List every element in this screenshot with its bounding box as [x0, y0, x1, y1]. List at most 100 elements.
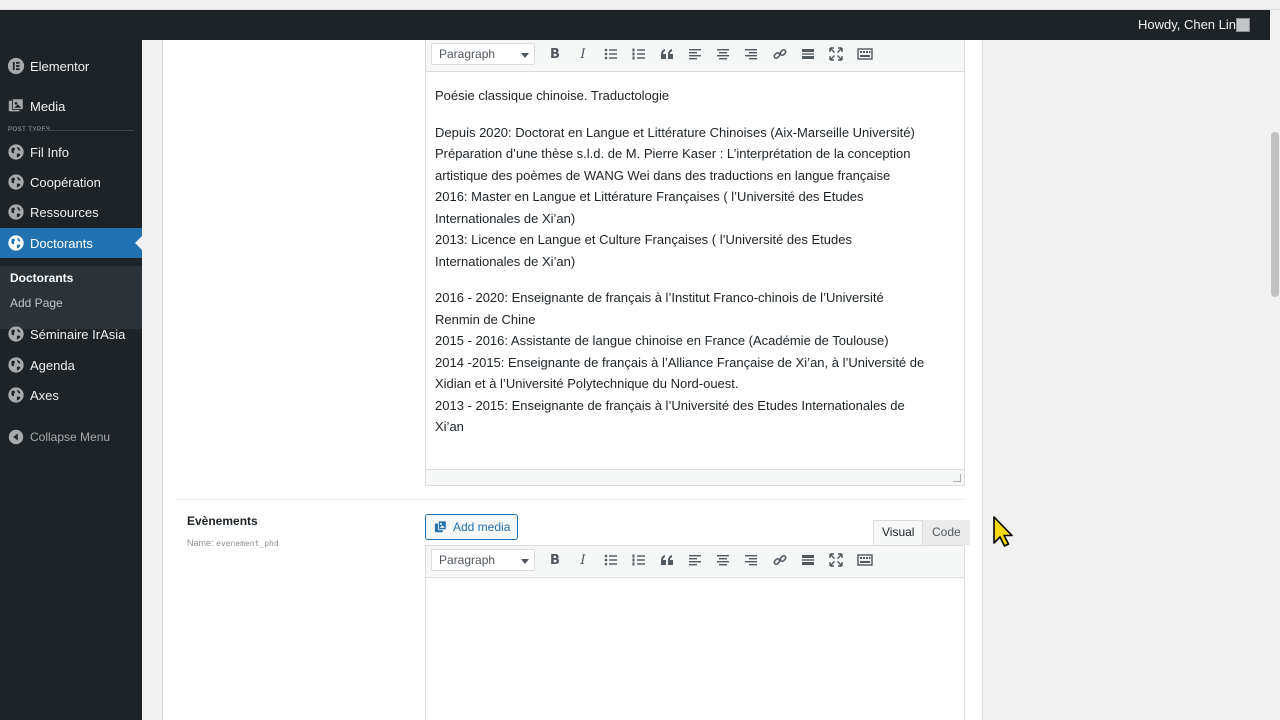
text-line: 2013 - 2015: Enseignante de français à l… — [435, 397, 905, 413]
link-icon[interactable] — [769, 43, 791, 65]
text-line: Internationales de Xi’an) — [435, 253, 576, 269]
text-line: Préparation d’une thèse s.l.d. de M. Pie… — [435, 146, 911, 161]
wysiwyg-editor-bio: Paragraph B I Poésie classique chinoise.… — [425, 40, 965, 486]
browser-top-strip — [0, 0, 1280, 10]
collapse-menu-button[interactable]: Collapse Menu — [0, 422, 142, 452]
mouse-cursor-icon — [993, 516, 1013, 547]
read-more-icon[interactable] — [797, 549, 819, 571]
link-icon[interactable] — [769, 549, 791, 571]
sidebar-item-cooperation[interactable]: Coopération — [0, 167, 142, 197]
blockquote-icon[interactable] — [656, 43, 678, 65]
paragraph: 2016 - 2020: Enseignante de français à l… — [435, 287, 955, 438]
field-name-prefix: Name: — [187, 538, 214, 548]
add-media-label: Add media — [453, 520, 511, 534]
field-name-value: evenement_phd — [216, 539, 279, 548]
sidebar-item-media[interactable]: Media — [0, 91, 142, 121]
format-select[interactable]: Paragraph — [431, 43, 535, 65]
align-left-icon[interactable] — [684, 43, 706, 65]
fullscreen-icon[interactable] — [825, 43, 847, 65]
format-select-value: Paragraph — [439, 47, 496, 61]
sidebar-item-fil-info[interactable]: Fil Info — [0, 137, 142, 167]
read-more-icon[interactable] — [797, 43, 819, 65]
tab-code[interactable]: Code — [923, 520, 970, 545]
editor-status-bar — [426, 469, 964, 485]
sidebar-item-label: Axes — [30, 387, 59, 403]
sidebar-item-agenda[interactable]: Agenda — [0, 350, 142, 380]
sidebar-item-label: Agenda — [30, 357, 75, 373]
text-line: Poésie classique chinoise. Traductologie — [435, 88, 670, 103]
sidebar-item-label: Ressources — [30, 204, 99, 220]
italic-icon[interactable]: I — [572, 549, 594, 571]
numbered-list-icon[interactable] — [628, 43, 650, 65]
text-line: 2014 -2015: Enseignante de français à l’… — [435, 354, 925, 370]
align-left-icon[interactable] — [684, 549, 706, 571]
tab-visual[interactable]: Visual — [873, 520, 924, 545]
page-scrollbar[interactable] — [1270, 10, 1280, 720]
fullscreen-icon[interactable] — [825, 549, 847, 571]
paragraph: Depuis 2020: Doctorat en Langue et Litté… — [435, 122, 955, 273]
sidebar-item-doctorants[interactable]: Doctorants — [0, 228, 142, 258]
toolbar-toggle-icon[interactable] — [854, 43, 876, 65]
field-label-evenements: Evènements — [187, 514, 258, 528]
align-right-icon[interactable] — [740, 549, 762, 571]
media-icon — [0, 97, 30, 115]
add-media-button[interactable]: Add media — [425, 514, 518, 540]
scrollbar-thumb[interactable] — [1271, 132, 1279, 297]
admin-sidebar: Elementor Media POST TYPES Fil Info Coop… — [0, 40, 142, 720]
resize-handle-icon[interactable] — [953, 474, 961, 482]
toolbar-toggle-icon[interactable] — [854, 549, 876, 571]
italic-icon[interactable]: I — [572, 43, 594, 65]
editor-toolbar: Paragraph B I — [426, 546, 964, 578]
chevron-down-icon — [521, 559, 529, 564]
avatar[interactable] — [1236, 18, 1250, 32]
align-right-icon[interactable] — [740, 43, 762, 65]
submenu-item-doctorants[interactable]: Doctorants — [10, 271, 73, 285]
format-select[interactable]: Paragraph — [431, 549, 535, 571]
text-line: Renmin de Chine — [435, 311, 536, 327]
bold-icon[interactable]: B — [544, 43, 566, 65]
sidebar-item-ressources[interactable]: Ressources — [0, 197, 142, 227]
field-name-hint: Name: evenement_phd — [187, 538, 279, 548]
text-line: 2015 - 2016: Assistante de langue chinoi… — [435, 333, 889, 348]
bullet-list-icon[interactable] — [600, 549, 622, 571]
sidebar-item-label: Elementor — [30, 58, 90, 74]
blockquote-icon[interactable] — [656, 549, 678, 571]
sidebar-item-label: Media — [30, 98, 66, 114]
sidebar-item-label: Doctorants — [30, 235, 93, 251]
text-line: 2013: Licence en Langue et Culture Franç… — [435, 232, 852, 247]
wysiwyg-editor-evenements: Paragraph B I — [425, 545, 965, 720]
field-divider — [175, 499, 965, 500]
globe-icon — [0, 234, 30, 252]
text-line: 2016: Master en Langue et Littérature Fr… — [435, 189, 864, 204]
globe-icon — [0, 173, 30, 191]
text-line: Internationales de Xi’an) — [435, 210, 576, 226]
globe-icon — [0, 203, 30, 221]
format-select-value: Paragraph — [439, 553, 496, 567]
bold-icon[interactable]: B — [544, 549, 566, 571]
submenu-item-add-page[interactable]: Add Page — [10, 296, 63, 310]
admin-bar: Howdy, Chen Lin — [0, 10, 1270, 40]
sidebar-item-axes[interactable]: Axes — [0, 380, 142, 410]
text-line: Depuis 2020: Doctorat en Langue et Litté… — [435, 124, 915, 140]
editor-content-area[interactable] — [426, 578, 964, 718]
sidebar-item-elementor[interactable]: Elementor — [0, 51, 142, 81]
bullet-list-icon[interactable] — [600, 43, 622, 65]
globe-icon — [0, 386, 30, 404]
globe-icon — [0, 356, 30, 374]
media-icon — [434, 520, 447, 533]
globe-icon — [0, 143, 30, 161]
chevron-down-icon — [521, 53, 529, 58]
sidebar-item-label: Fil Info — [30, 144, 70, 160]
sidebar-item-label: Séminaire IrAsia — [30, 326, 126, 342]
editor-content-area[interactable]: Poésie classique chinoise. Traductologie… — [426, 72, 964, 438]
separator-line — [30, 130, 134, 131]
howdy-greeting[interactable]: Howdy, Chen Lin — [1138, 10, 1236, 40]
numbered-list-icon[interactable] — [628, 549, 650, 571]
text-line: 2016 - 2020: Enseignante de français à l… — [435, 290, 884, 305]
sidebar-item-seminaire-irasia[interactable]: Séminaire IrAsia — [0, 319, 142, 349]
globe-icon — [0, 325, 30, 343]
align-center-icon[interactable] — [712, 43, 734, 65]
align-center-icon[interactable] — [712, 549, 734, 571]
text-line: Xidian et à l’Université Polytechnique d… — [435, 376, 739, 391]
text-line: Xi’an — [435, 419, 464, 434]
